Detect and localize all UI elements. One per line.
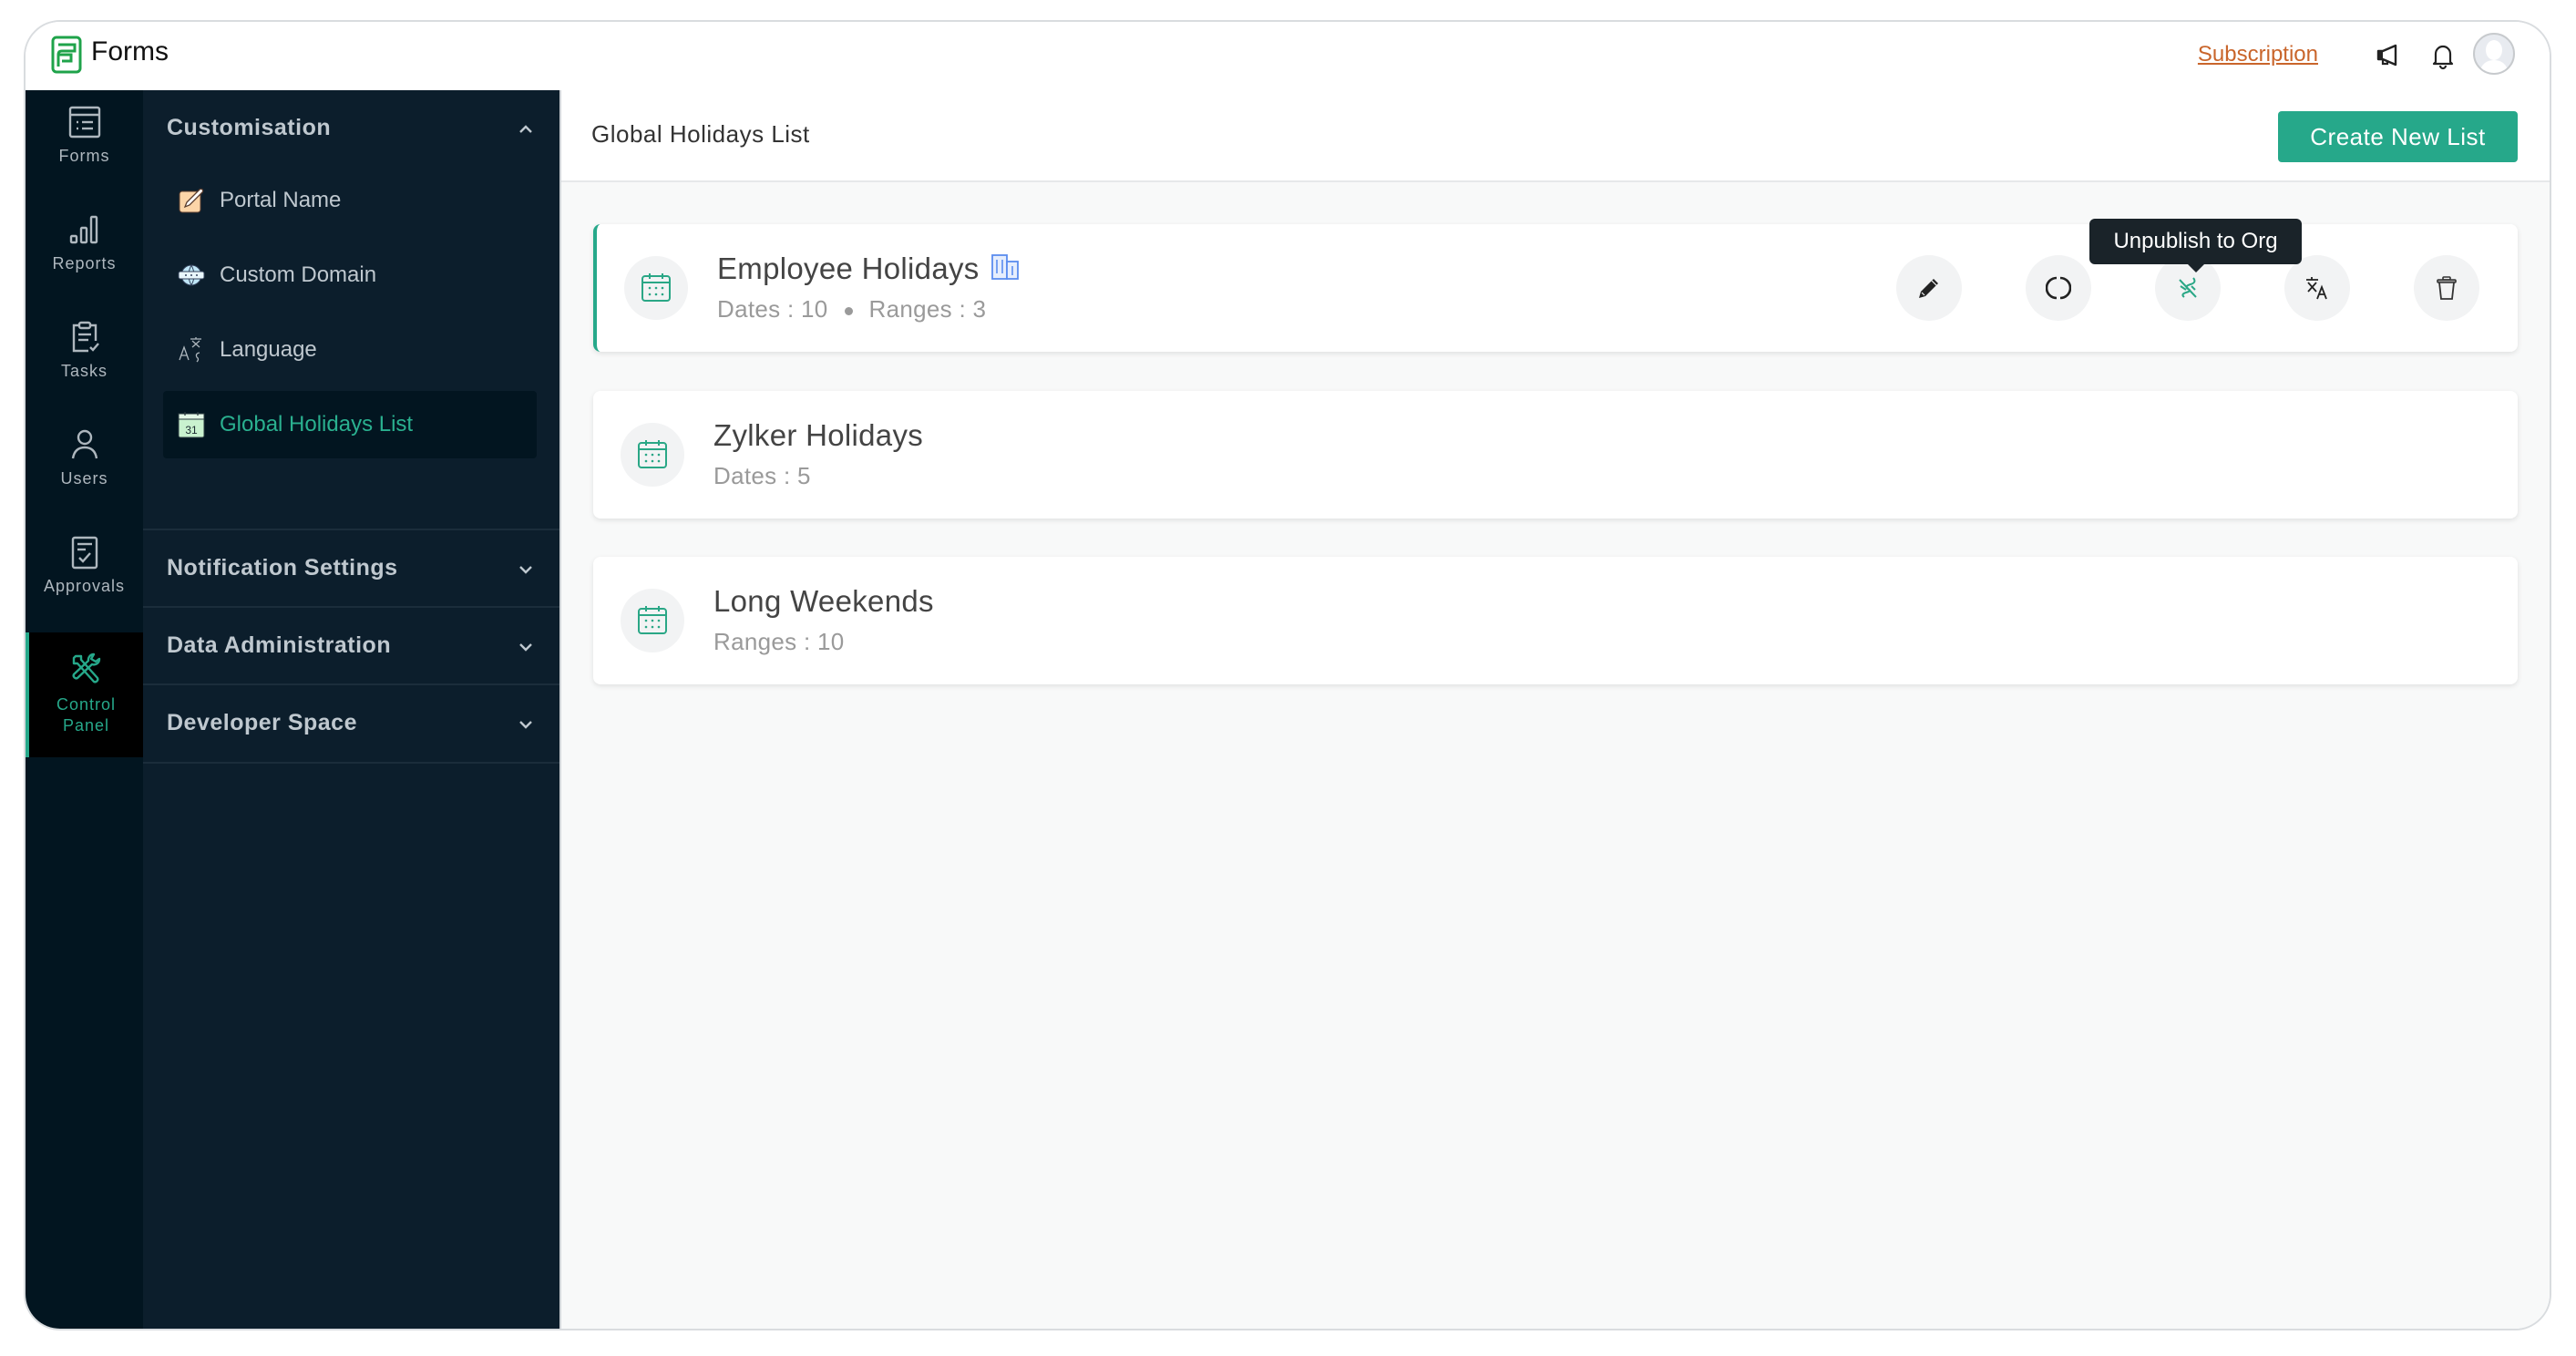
refresh-button[interactable] (2026, 255, 2091, 321)
chevron-down-icon (519, 721, 532, 729)
list-name-text: Employee Holidays (717, 252, 980, 285)
app-rail: Forms Reports Tasks Users Approvals Cont… (26, 90, 143, 1329)
list-name: Zylker Holidays (713, 418, 924, 452)
chevron-down-icon (519, 643, 532, 652)
holiday-list-card[interactable]: Zylker Holidays Dates : 5 (593, 391, 2518, 519)
avatar[interactable] (2473, 33, 2515, 75)
sidebar-item-label: Portal Name (220, 188, 342, 212)
rail-label: Reports (52, 254, 117, 272)
calendar-icon (638, 606, 667, 634)
delete-button[interactable] (2414, 255, 2479, 321)
svg-text:31: 31 (185, 424, 198, 437)
organization-icon (990, 254, 1019, 280)
translate-icon (179, 337, 201, 363)
rail-item-forms[interactable]: Forms (26, 95, 143, 202)
calendar-icon-badge (621, 589, 684, 652)
unpublish-icon (2179, 277, 2197, 298)
section-customisation[interactable]: Customisation (143, 90, 559, 167)
rail-item-reports[interactable]: Reports (26, 202, 143, 310)
page-title: Global Holidays List (591, 120, 810, 148)
tooltip-unpublish-to-org: Unpublish to Org (2089, 219, 2302, 272)
section-title: Developer Space (167, 710, 357, 735)
list-meta: Dates : 10 Ranges : 3 (717, 295, 986, 324)
approvals-icon (71, 536, 97, 570)
users-icon (71, 429, 97, 459)
page-header: Global Holidays List Create New List (561, 90, 2550, 182)
rail-label: Tasks (60, 362, 108, 380)
calendar-icon (641, 273, 671, 302)
forms-logo-icon (51, 36, 82, 74)
tasks-icon (72, 321, 99, 353)
megaphone-icon[interactable] (2373, 40, 2404, 71)
calendar-31-icon: 31 (178, 412, 205, 438)
subscription-link[interactable]: Subscription (2198, 42, 2318, 67)
section-title: Notification Settings (167, 555, 398, 580)
rail-label: Forms (58, 147, 110, 165)
rail-item-control-panel[interactable]: Control Panel (26, 632, 143, 757)
sidebar-item-custom-domain[interactable]: Custom Domain (163, 241, 537, 309)
list-name: Long Weekends (713, 584, 934, 618)
reports-icon (69, 215, 97, 244)
holiday-list-card[interactable]: Long Weekends Ranges : 10 (593, 557, 2518, 684)
edit-note-icon (179, 188, 204, 213)
globe-icon (178, 264, 205, 286)
refresh-icon (2046, 276, 2071, 300)
rail-label: Users (60, 469, 108, 488)
sidebar-item-label: Global Holidays List (220, 412, 414, 437)
tools-icon (72, 652, 100, 683)
section-developer-space[interactable]: Developer Space (143, 683, 559, 764)
list-meta: Dates : 5 (713, 462, 811, 489)
section-title: Data Administration (167, 632, 392, 658)
top-bar: Forms Subscription (26, 22, 2550, 92)
trash-icon (2437, 276, 2457, 300)
settings-sidebar: Customisation Portal Name Custom Domain (143, 90, 559, 1329)
calendar-icon (638, 440, 667, 468)
rail-label: Approvals (43, 577, 126, 595)
rail-item-approvals[interactable]: Approvals (26, 525, 143, 632)
app-window: Forms Subscription Forms Reports Tasks U… (24, 20, 2551, 1330)
create-new-list-button[interactable]: Create New List (2278, 111, 2518, 162)
section-title: Customisation (167, 115, 332, 140)
sidebar-item-portal-name[interactable]: Portal Name (163, 167, 537, 234)
chevron-down-icon (519, 566, 532, 574)
section-data-administration[interactable]: Data Administration (143, 606, 559, 684)
sidebar-item-label: Custom Domain (220, 262, 377, 287)
user-silhouette-icon (2479, 40, 2509, 73)
sidebar-item-global-holidays-list[interactable]: 31 Global Holidays List (163, 391, 537, 458)
list-meta: Ranges : 10 (713, 628, 845, 655)
pencil-icon (1919, 279, 1938, 298)
forms-icon (68, 106, 100, 139)
edit-button[interactable] (1896, 255, 1962, 321)
dates-count: Dates : 10 (717, 295, 828, 323)
translate-icon (2306, 277, 2327, 300)
rail-item-tasks[interactable]: Tasks (26, 310, 143, 417)
list-name: Employee Holidays (717, 252, 1020, 286)
rail-label-line2: Panel (62, 716, 110, 734)
sidebar-item-label: Language (220, 337, 317, 362)
app-title: Forms (91, 36, 169, 67)
sidebar-item-language[interactable]: Language (163, 316, 537, 384)
calendar-icon-badge (624, 256, 688, 320)
rail-label-line1: Control (56, 695, 117, 714)
rail-item-users[interactable]: Users (26, 417, 143, 525)
calendar-icon-badge (621, 423, 684, 487)
translate-button[interactable] (2284, 255, 2350, 321)
chevron-up-icon (519, 125, 532, 133)
section-notification-settings[interactable]: Notification Settings (143, 529, 559, 607)
separator-dot (844, 306, 853, 315)
main-content: Global Holidays List Create New List Emp… (559, 90, 2550, 1329)
bell-icon[interactable] (2427, 40, 2458, 71)
ranges-count: Ranges : 3 (868, 295, 987, 323)
